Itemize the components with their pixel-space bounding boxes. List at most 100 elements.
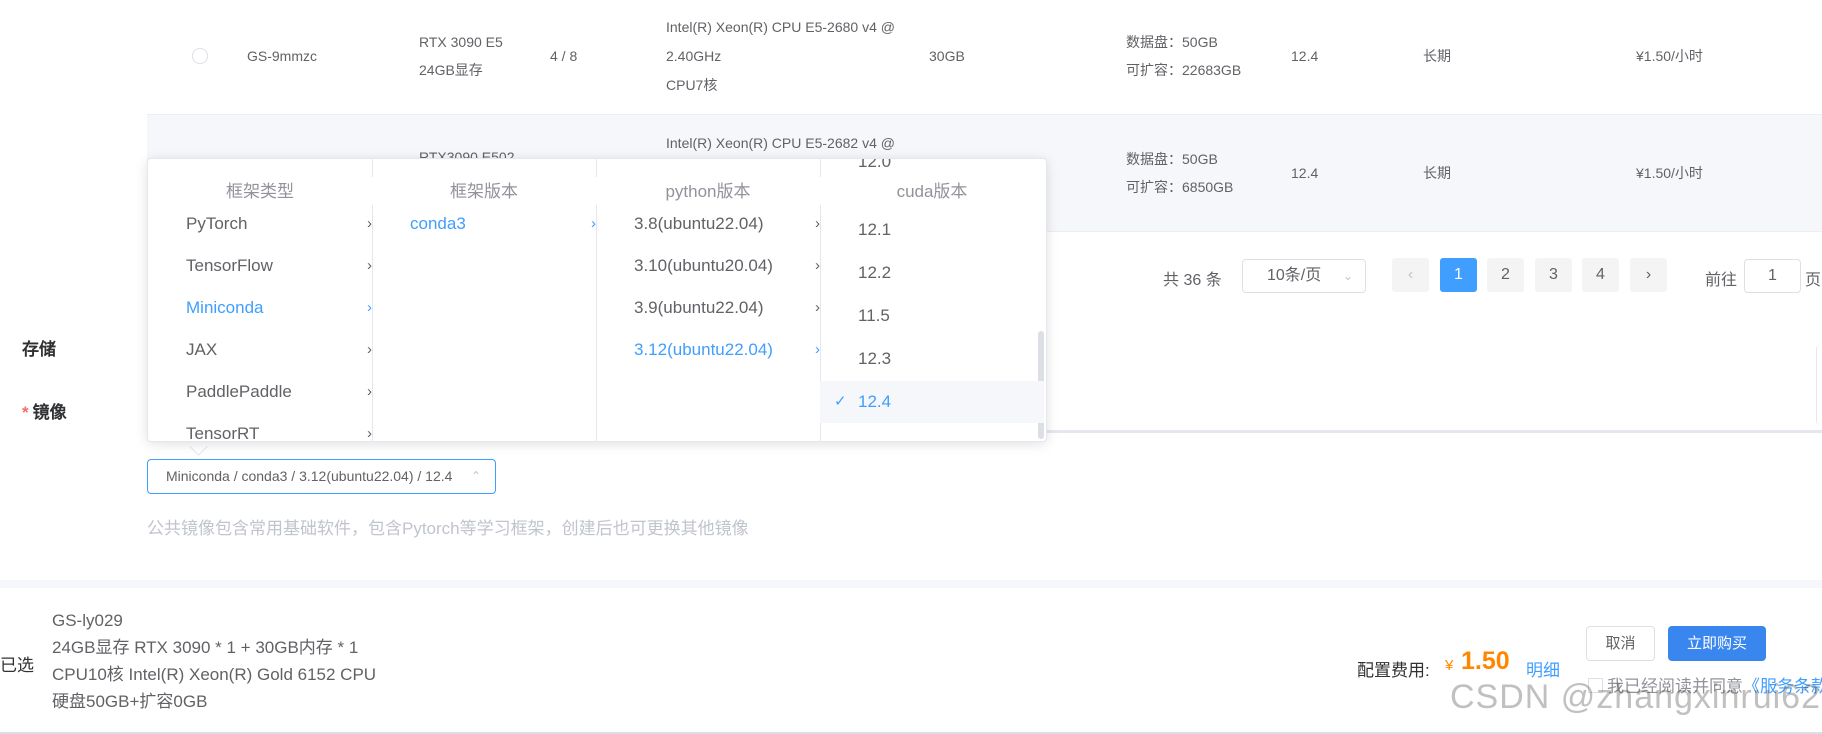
menu-title: python版本 [596,177,820,205]
page-1-button[interactable]: 1 [1440,258,1477,292]
memory: 30GB [929,48,965,64]
menu-item[interactable]: 12.1 [820,209,1044,251]
term: 长期 [1423,165,1451,181]
cascader-value: Miniconda / conda3 / 3.12(ubuntu22.04) /… [166,468,453,484]
menu-item-label: 12.2 [858,263,892,282]
image-cascader-input[interactable]: Miniconda / conda3 / 3.12(ubuntu22.04) /… [147,459,496,494]
menu-item-label: 12.3 [858,349,892,368]
fee-currency: ¥ [1445,657,1454,674]
chevron-down-icon: ⌄ [1342,269,1353,283]
gpu-memory: 24GB显存 [419,62,483,78]
menu-item[interactable]: TensorFlow › [148,245,372,287]
menu-item[interactable]: Miniconda › [148,287,372,329]
menu-item[interactable]: conda3 › [372,203,596,245]
cascader-menu-framework-type: 框架类型 PyTorch › TensorFlow › Miniconda › JAX › Pa… [148,159,373,441]
cascader-menu-python-version: python版本 3.8(ubuntu22.04) › 3.10(ubuntu20.… [596,159,821,441]
goto-suffix: 页 [1805,272,1822,289]
menu-item-label: TensorRT [186,424,260,441]
gpu-model: RTX 3090 E5 [419,34,503,50]
selected-label: 已选 [0,656,34,675]
cancel-button[interactable]: 取消 [1586,626,1655,661]
page-size-value: 10条/页 [1267,267,1322,284]
image-label-row: * 镜像 [22,398,67,423]
menu-title: cuda版本 [820,177,1044,205]
menu-item-label: 12.0 [858,159,892,171]
buy-now-button[interactable]: 立即购买 [1668,626,1766,661]
menu-item-label: 3.12(ubuntu22.04) [634,340,773,359]
row-radio[interactable] [192,48,208,64]
menu-item[interactable]: 3.10(ubuntu20.04) › [596,245,820,287]
instance-id: GS-9mmzc [247,48,317,64]
side-handle[interactable] [1816,345,1822,425]
menu-item-label: 3.10(ubuntu20.04) [634,256,773,275]
fee-value: 1.50 [1461,647,1510,675]
menu-item[interactable]: 3.12(ubuntu22.04) › [596,329,820,371]
menu-item-label: PaddlePaddle [186,382,292,401]
menu-item-label: PyTorch [186,214,248,233]
cuda-version: 12.4 [1291,48,1319,64]
menu-item-label: 12.1 [858,220,892,239]
required-mark: * [22,403,29,422]
image-label: 镜像 [32,403,67,422]
menu-item-label: TensorFlow [186,256,273,275]
chevron-right-icon: › [1645,266,1652,283]
watermark: CSDN @zhangxinrui627 [1450,678,1822,716]
cpu-cores: CPU7核 [666,77,718,93]
price: ¥1.50/小时 [1636,165,1703,181]
pagination-total: 共 36 条 [1163,272,1222,289]
selected-gpu: 24GB显存 RTX 3090 * 1 + 30GB内存 * 1 [52,638,359,657]
cuda-version: 12.4 [1291,165,1319,181]
selected-instance: GS-ly029 [52,611,123,630]
menu-item-label: conda3 [410,214,466,233]
menu-item-label: JAX [186,340,218,359]
menu-item[interactable]: JAX › [148,329,372,371]
data-disk: 数据盘：50GB [1126,151,1218,167]
menu-item[interactable]: 12.2 [820,252,1044,294]
menu-item[interactable]: PaddlePaddle › [148,371,372,413]
menu-title: 框架版本 [372,177,596,205]
menu-item[interactable]: 12.3 [820,338,1044,380]
menu-item[interactable]: 12.4 ✓ [820,381,1044,423]
menu-item-label: 3.9(ubuntu22.04) [634,298,764,317]
disk-expandable: 可扩容：22683GB [1126,62,1242,78]
selected-disk: 硬盘50GB+扩容0GB [52,692,208,711]
menu-item[interactable]: TensorRT › [148,413,372,441]
chevron-left-icon: ‹ [1407,266,1414,283]
menu-item-label: 11.5 [858,306,890,325]
selected-cpu: CPU10核 Intel(R) Xeon(R) Gold 6152 CPU [52,665,377,684]
chevron-up-icon: ⌃ [470,469,481,483]
cascader-panel: 框架类型 PyTorch › TensorFlow › Miniconda › JAX › Pa… [147,158,1047,442]
menu-item[interactable]: 11.5 [820,295,1044,337]
menu-item[interactable]: 3.8(ubuntu22.04) › [596,203,820,245]
cpu-model: Intel(R) Xeon(R) CPU E5-2680 v4 @ [666,19,895,35]
gpu-count: 4 / 8 [550,48,578,64]
cascader-menu-framework-version: 框架版本 conda3 › [372,159,597,441]
price: ¥1.50/小时 [1636,48,1703,64]
image-hint: 公共镜像包含常用基础软件，包含Pytorch等学习框架，创建后也可更换其他镜像 [147,519,749,538]
page-size-select[interactable]: 10条/页 ⌄ [1242,259,1366,293]
prev-page-button[interactable]: ‹ [1392,258,1429,292]
storage-label: 存储 [22,340,56,359]
next-page-button[interactable]: › [1630,258,1667,292]
cpu-model: Intel(R) Xeon(R) CPU E5-2682 v4 @ [666,135,895,151]
page-4-button[interactable]: 4 [1582,258,1619,292]
menu-item-label: 3.8(ubuntu22.04) [634,214,764,233]
disk-expandable: 可扩容：6850GB [1126,179,1234,195]
table-row[interactable]: GS-9mmzc RTX 3090 E5 24GB显存 4 / 8 Intel(… [147,0,1822,115]
page-3-button[interactable]: 3 [1535,258,1572,292]
cpu-freq: 2.40GHz [666,48,722,64]
page-2-button[interactable]: 2 [1487,258,1524,292]
section-divider [0,580,1822,588]
term: 长期 [1423,48,1451,64]
fee-label: 配置费用: [1357,661,1430,680]
goto-prefix: 前往 [1705,272,1738,289]
menu-item[interactable]: 3.9(ubuntu22.04) › [596,287,820,329]
menu-title: 框架类型 [148,177,372,205]
divider [1047,430,1822,433]
menu-item-label: 12.4 [858,392,892,411]
data-disk: 数据盘：50GB [1126,34,1218,50]
check-icon: ✓ [834,393,847,410]
menu-item-label: Miniconda [186,298,264,317]
menu-item[interactable]: PyTorch › [148,203,372,245]
goto-page-input[interactable]: 1 [1744,259,1801,293]
